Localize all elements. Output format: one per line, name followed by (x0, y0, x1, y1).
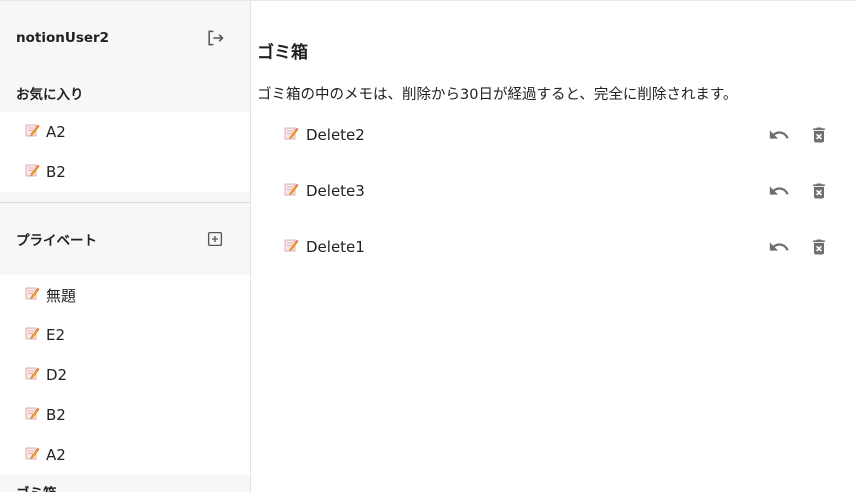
undo-icon[interactable] (767, 123, 791, 147)
private-item-label: 無題 (46, 286, 77, 305)
spacer (0, 192, 250, 202)
delete-forever-icon[interactable] (807, 235, 831, 259)
private-item[interactable]: A2 (0, 435, 250, 475)
trash-item-info[interactable]: Delete1 (283, 237, 365, 257)
memo-icon (24, 325, 40, 345)
memo-icon (283, 125, 299, 145)
logout-icon[interactable] (204, 27, 226, 49)
favorite-item[interactable]: B2 (0, 152, 250, 192)
app-window: notionUser2 お気に入り A2 B2 プライベート 無題 E2 D2 … (0, 0, 857, 492)
memo-icon (24, 162, 40, 182)
trash-item: Delete3 (257, 163, 833, 219)
private-item[interactable]: D2 (0, 355, 250, 395)
private-item-label: B2 (46, 406, 66, 424)
trash-nav-label: ゴミ箱 (16, 482, 57, 492)
memo-icon (24, 365, 40, 385)
delete-forever-icon[interactable] (807, 179, 831, 203)
favorites-title: お気に入り (16, 87, 84, 103)
memo-icon (283, 237, 299, 257)
private-item-label: E2 (46, 326, 66, 344)
delete-forever-icon[interactable] (807, 123, 831, 147)
trash-item-label: Delete2 (306, 126, 365, 144)
add-box-icon[interactable] (204, 228, 226, 250)
trash-item-label: Delete1 (306, 238, 365, 256)
private-title: プライベート (16, 233, 97, 249)
trash-item-info[interactable]: Delete2 (283, 125, 365, 145)
memo-icon (24, 445, 40, 465)
trash-item: Delete2 (257, 107, 833, 163)
trash-item-actions (767, 123, 831, 147)
trash-item-actions (767, 179, 831, 203)
private-item[interactable]: E2 (0, 315, 250, 355)
memo-icon (24, 405, 40, 425)
trash-nav-item[interactable]: ゴミ箱 (0, 475, 250, 492)
private-item-label: A2 (46, 446, 66, 464)
memo-icon (283, 181, 299, 201)
favorite-item-label: B2 (46, 163, 66, 181)
main-content: ゴミ箱 ゴミ箱の中のメモは、削除から30日が経過すると、完全に削除されます。 D… (251, 1, 857, 492)
trash-item-info[interactable]: Delete3 (283, 181, 365, 201)
private-list: 無題 E2 D2 B2 A2 (0, 275, 250, 475)
sidebar: notionUser2 お気に入り A2 B2 プライベート 無題 E2 D2 … (0, 1, 251, 492)
favorites-list: A2 B2 (0, 112, 250, 192)
trash-item-actions (767, 235, 831, 259)
private-header: プライベート (0, 203, 250, 275)
undo-icon[interactable] (767, 179, 791, 203)
memo-icon (24, 285, 40, 305)
undo-icon[interactable] (767, 235, 791, 259)
user-row: notionUser2 (0, 1, 250, 74)
private-item[interactable]: 無題 (0, 275, 250, 315)
trash-list: Delete2 Delete3 Delete1 (257, 107, 833, 275)
favorites-header: お気に入り (0, 74, 250, 112)
trash-description: ゴミ箱の中のメモは、削除から30日が経過すると、完全に削除されます。 (257, 87, 738, 103)
trash-item: Delete1 (257, 219, 833, 275)
favorite-item-label: A2 (46, 123, 66, 141)
private-item[interactable]: B2 (0, 395, 250, 435)
favorite-item[interactable]: A2 (0, 112, 250, 152)
private-item-label: D2 (46, 366, 68, 384)
memo-icon (24, 122, 40, 142)
trash-item-label: Delete3 (306, 182, 365, 200)
page-title: ゴミ箱 (257, 43, 308, 63)
user-name: notionUser2 (16, 29, 110, 46)
